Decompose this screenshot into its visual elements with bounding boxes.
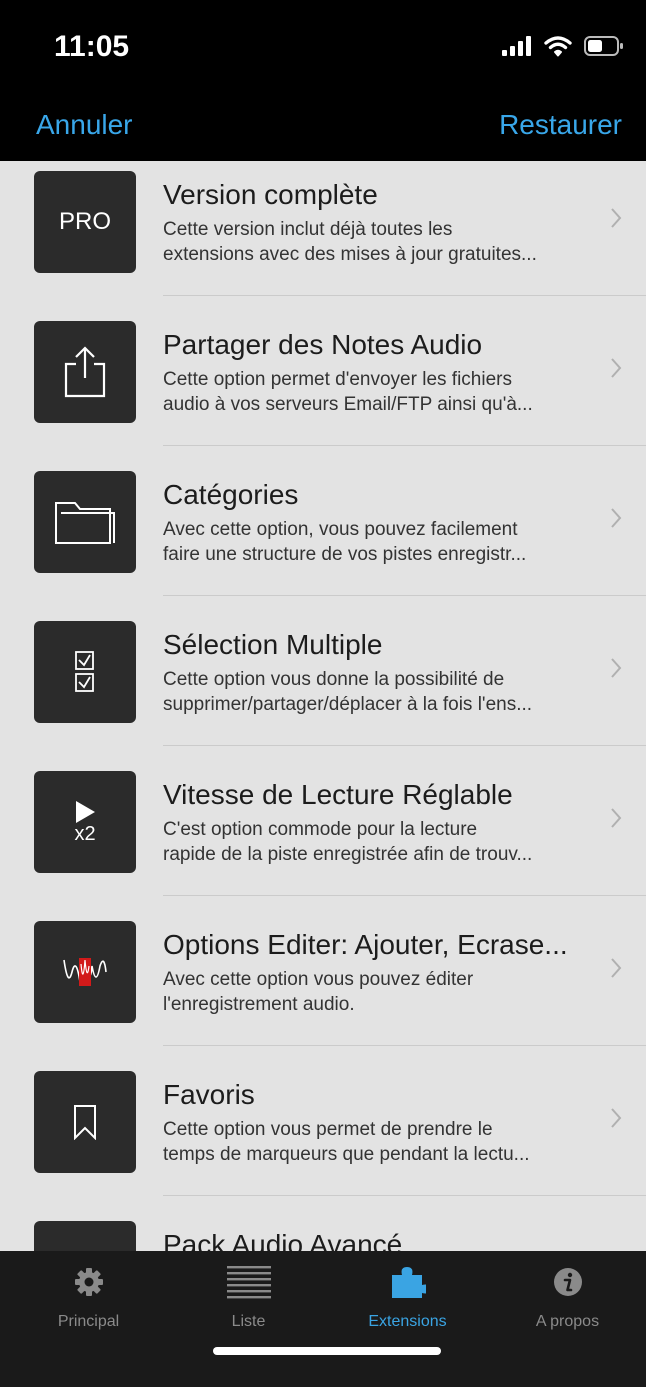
item-description-line: rapide de la piste enregistrée afin de t… <box>163 844 533 865</box>
list-item-pack-audio[interactable]: Pack Audio Avancé <box>0 1211 646 1251</box>
list-item-options-editer[interactable]: Options Editer: Ajouter, Ecrase... Avec … <box>0 911 646 1061</box>
separator <box>163 295 646 296</box>
pro-icon: PRO <box>34 171 136 273</box>
item-title: Favoris <box>163 1079 255 1110</box>
restore-button[interactable]: Restaurer <box>499 109 622 141</box>
cellular-signal-icon <box>502 36 531 56</box>
waveform-edit-icon <box>34 921 136 1023</box>
home-indicator[interactable] <box>213 1347 441 1355</box>
tab-label: A propos <box>535 1313 600 1330</box>
separator <box>163 1195 646 1196</box>
list-item-version-complete[interactable]: PRO Version complète Cette version inclu… <box>0 161 646 311</box>
navigation-bar: Annuler Restaurer <box>0 95 646 161</box>
speed-label: x2 <box>74 822 96 845</box>
gear-icon <box>8 1265 169 1299</box>
tab-label: Principal <box>57 1313 120 1330</box>
folder-icon <box>34 471 136 573</box>
tab-label: Liste <box>231 1313 266 1330</box>
status-icons <box>502 34 624 58</box>
list-item-favoris[interactable]: Favoris Cette option vous permet de pren… <box>0 1061 646 1211</box>
item-title: Partager des Notes Audio <box>163 329 483 360</box>
separator <box>163 595 646 596</box>
battery-icon <box>584 36 623 56</box>
checklist-icon <box>34 621 136 723</box>
item-description-line: l'enregistrement audio. <box>163 994 355 1015</box>
extensions-list[interactable]: PRO Version complète Cette version inclu… <box>0 161 646 1251</box>
audio-pack-icon <box>34 1221 136 1251</box>
share-icon <box>34 321 136 423</box>
item-description: C'est option commode pour la lecture rap… <box>163 817 593 867</box>
item-title: Vitesse de Lecture Réglable <box>163 779 513 810</box>
play-speed-icon: x2 <box>34 771 136 873</box>
item-description-line: Cette version inclut déjà toutes les <box>163 219 453 240</box>
status-bar: 11:05 <box>0 0 646 95</box>
chevron-right-icon <box>611 808 622 828</box>
separator <box>163 745 646 746</box>
item-description-line: audio à vos serveurs Email/FTP ainsi qu'… <box>163 394 533 415</box>
item-description: Cette option permet d'envoyer les fichie… <box>163 367 593 417</box>
puzzle-icon <box>327 1265 488 1299</box>
list-icon <box>168 1265 329 1299</box>
tab-bar: Principal Liste Extensions A propos <box>0 1251 646 1387</box>
tab-a-propos[interactable]: A propos <box>487 1265 646 1331</box>
list-item-partager[interactable]: Partager des Notes Audio Cette option pe… <box>0 311 646 461</box>
tab-principal[interactable]: Principal <box>8 1265 169 1331</box>
item-description-line: Cette option permet d'envoyer les fichie… <box>163 369 512 390</box>
bookmark-icon <box>34 1071 136 1173</box>
tab-liste[interactable]: Liste <box>168 1265 329 1331</box>
cancel-button[interactable]: Annuler <box>36 109 133 141</box>
info-icon <box>487 1265 646 1299</box>
tab-label: Extensions <box>368 1313 447 1330</box>
item-description-line: Avec cette option, vous pouvez facilemen… <box>163 519 518 540</box>
wifi-icon <box>544 36 572 57</box>
item-description: Cette version inclut déjà toutes les ext… <box>163 217 593 267</box>
item-description-line: supprimer/partager/déplacer à la fois l'… <box>163 694 533 715</box>
item-description-line: Cette option vous donne la possibilité d… <box>163 669 505 690</box>
item-title: Options Editer: Ajouter, Ecrase... <box>163 929 568 960</box>
separator <box>163 1045 646 1046</box>
item-description-line: Cette option vous permet de prendre le <box>163 1119 493 1140</box>
item-description-line: faire une structure de vos pistes enregi… <box>163 544 527 565</box>
item-description-line: Avec cette option vous pouvez éditer <box>163 969 474 990</box>
item-description: Avec cette option, vous pouvez facilemen… <box>163 517 593 567</box>
status-time: 11:05 <box>54 30 130 63</box>
list-item-categories[interactable]: Catégories Avec cette option, vous pouve… <box>0 461 646 611</box>
list-item-selection-multiple[interactable]: Sélection Multiple Cette option vous don… <box>0 611 646 761</box>
chevron-right-icon <box>611 508 622 528</box>
item-description-line: extensions avec des mises à jour gratuit… <box>163 244 537 265</box>
item-title: Pack Audio Avancé <box>163 1229 403 1251</box>
item-title: Version complète <box>163 179 378 210</box>
item-title: Catégories <box>163 479 299 510</box>
item-description-line: C'est option commode pour la lecture <box>163 819 478 840</box>
item-title: Sélection Multiple <box>163 629 383 660</box>
chevron-right-icon <box>611 358 622 378</box>
item-description-line: temps de marqueurs que pendant la lectu.… <box>163 1144 530 1165</box>
tab-extensions[interactable]: Extensions <box>327 1265 488 1331</box>
chevron-right-icon <box>611 1108 622 1128</box>
chevron-right-icon <box>611 958 622 978</box>
separator <box>163 445 646 446</box>
separator <box>163 895 646 896</box>
chevron-right-icon <box>611 658 622 678</box>
pro-icon-label: PRO <box>58 208 111 235</box>
chevron-right-icon <box>611 208 622 228</box>
item-description: Cette option vous donne la possibilité d… <box>163 667 593 717</box>
list-item-vitesse-lecture[interactable]: x2 Vitesse de Lecture Réglable C'est opt… <box>0 761 646 911</box>
item-description: Avec cette option vous pouvez éditer l'e… <box>163 967 593 1017</box>
item-description: Cette option vous permet de prendre le t… <box>163 1117 593 1167</box>
